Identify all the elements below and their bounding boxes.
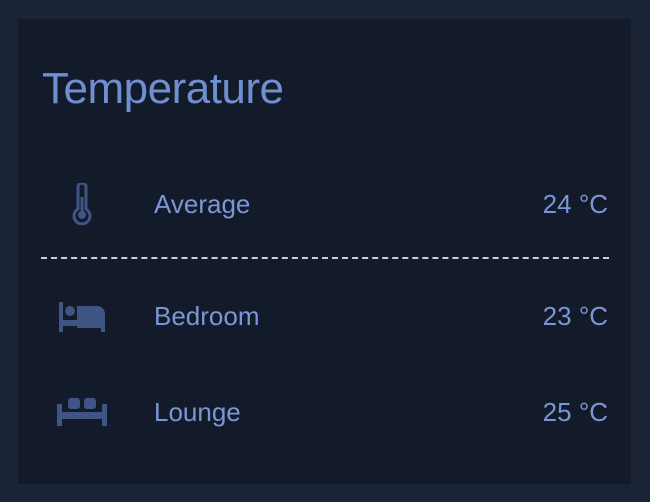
row-label: Lounge [154,396,241,427]
row-value: 24 °C [542,188,608,219]
row-value: 25 °C [542,396,608,427]
row-average[interactable]: Average 24 °C [42,176,608,232]
row-value: 23 °C [542,300,608,331]
row-lounge[interactable]: Lounge 25 °C [42,384,608,440]
sofa-icon [42,384,122,440]
thermometer-icon [42,176,122,232]
row-label: Average [154,188,251,219]
divider [41,257,609,259]
row-label: Bedroom [154,300,260,331]
row-bedroom[interactable]: Bedroom 23 °C [42,288,608,344]
bed-icon [42,288,122,344]
card-title: Temperature [42,64,284,113]
temperature-card: Temperature Average 24 °C Bedroom 23 °C [18,19,631,484]
